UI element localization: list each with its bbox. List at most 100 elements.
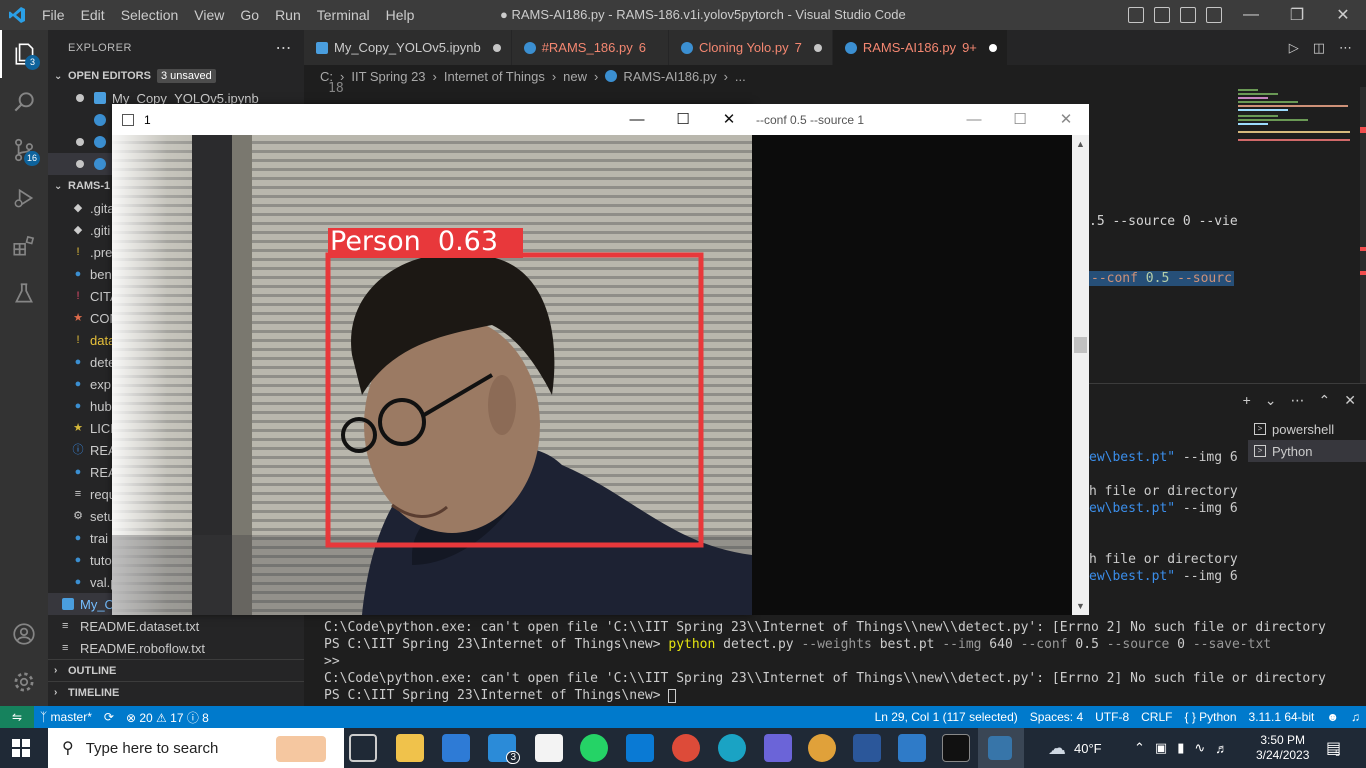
more-actions-icon[interactable]: ⋯	[1291, 392, 1305, 409]
extensions-icon[interactable]	[0, 222, 48, 270]
tab-rams-ai186[interactable]: RAMS-AI186.py 9+	[832, 30, 1008, 65]
console-scrollbar[interactable]: ▲ ▼	[1072, 135, 1089, 615]
python-taskbar-item[interactable]	[978, 728, 1024, 768]
weather-widget[interactable]: ☁ 40°F	[1048, 728, 1102, 768]
minimize-button[interactable]: —	[614, 104, 660, 134]
close-button[interactable]: ✕	[1320, 0, 1366, 30]
unsaved-dot-icon[interactable]	[813, 43, 822, 52]
menu-go[interactable]: Go	[232, 0, 267, 30]
problems-indicator[interactable]: ⊗ 20 ⚠ 17 ⓘ 8	[120, 709, 215, 726]
toggle-secondary-sidebar-icon[interactable]	[1180, 7, 1196, 23]
chrome-profile-icon[interactable]	[808, 734, 836, 762]
wifi-icon[interactable]: ∿	[1194, 740, 1205, 756]
whatsapp-icon[interactable]	[580, 734, 608, 762]
new-terminal-icon[interactable]: +	[1243, 392, 1251, 409]
more-actions-icon[interactable]: ⋯	[1339, 40, 1352, 56]
windows-start-icon[interactable]	[12, 739, 30, 760]
minimize-button[interactable]: —	[951, 104, 997, 134]
scroll-thumb[interactable]	[1074, 337, 1087, 353]
power-automate-icon[interactable]	[764, 734, 792, 762]
tab-rams-186[interactable]: #RAMS_186.py 6	[511, 30, 669, 65]
language-mode[interactable]: { } Python	[1178, 710, 1242, 724]
minimap[interactable]	[1234, 87, 1354, 187]
run-python-icon[interactable]: ▷	[1289, 40, 1299, 56]
breadcrumb-item[interactable]: Internet of Things	[444, 69, 545, 84]
tab-my-copy[interactable]: My_Copy_YOLOv5.ipynb	[304, 30, 512, 65]
breadcrumb-item[interactable]: IIT Spring 23	[351, 69, 425, 84]
split-editor-icon[interactable]: ◫	[1313, 40, 1325, 56]
console-window[interactable]: --conf 0.5 --source 1 — ☐ ✕ ▲ ▼	[752, 104, 1089, 615]
breadcrumb-item[interactable]: RAMS-AI186.py	[623, 69, 716, 84]
breadcrumb-item[interactable]: new	[563, 69, 587, 84]
terminal-taskbar-icon[interactable]	[942, 734, 970, 762]
scroll-up-icon[interactable]: ▲	[1076, 139, 1085, 149]
maximize-button[interactable]: ☐	[660, 104, 706, 134]
feedback-icon[interactable]: ☻	[1320, 710, 1345, 724]
menu-help[interactable]: Help	[378, 0, 423, 30]
terminal-tab-powershell[interactable]: > powershell	[1248, 418, 1366, 440]
breadcrumb-item[interactable]: ...	[735, 69, 746, 84]
end-of-line[interactable]: CRLF	[1135, 710, 1178, 724]
unsaved-dot-icon[interactable]	[492, 43, 501, 52]
menu-edit[interactable]: Edit	[73, 0, 113, 30]
notification-center-icon[interactable]: ▤ 5	[1326, 728, 1341, 768]
python-interpreter[interactable]: 3.11.1 64-bit	[1243, 710, 1321, 724]
battery-icon[interactable]: ▮	[1177, 740, 1184, 756]
vscode-taskbar-icon[interactable]	[626, 734, 654, 762]
chevron-down-icon[interactable]: ⌄	[1265, 392, 1277, 409]
minimize-button[interactable]: —	[1228, 0, 1274, 30]
menu-file[interactable]: File	[34, 0, 73, 30]
scrollbar[interactable]	[1360, 87, 1366, 383]
tab-cloning-yolo[interactable]: Cloning Yolo.py 7	[668, 30, 833, 65]
file-item[interactable]: ≡ README.dataset.txt	[48, 615, 304, 637]
maximize-panel-icon[interactable]: ⌃	[1319, 392, 1331, 409]
indentation[interactable]: Spaces: 4	[1024, 710, 1089, 724]
accounts-icon[interactable]	[0, 610, 48, 658]
sync-icon[interactable]: ⟳	[98, 710, 120, 724]
restore-button[interactable]: ❐	[1274, 0, 1320, 30]
menu-terminal[interactable]: Terminal	[309, 0, 378, 30]
branch-indicator[interactable]: ᛉ master*	[34, 710, 98, 724]
settings-gear-icon[interactable]	[0, 658, 48, 706]
close-panel-icon[interactable]: ✕	[1344, 392, 1356, 409]
camera-window[interactable]: 1 — ☐ ✕ Person 0.63	[112, 104, 752, 615]
search-icon[interactable]	[0, 78, 48, 126]
terminal-tab-python[interactable]: > Python	[1248, 440, 1366, 462]
timeline-section[interactable]: › TIMELINE	[48, 681, 304, 703]
testing-icon[interactable]	[0, 270, 48, 318]
toggle-panel-icon[interactable]	[1154, 7, 1170, 23]
unsaved-dot-icon[interactable]	[988, 43, 997, 52]
cursor-position[interactable]: Ln 29, Col 1 (117 selected)	[869, 710, 1024, 724]
mail-icon[interactable]: 3	[488, 734, 520, 764]
notepad-icon[interactable]	[535, 734, 563, 762]
photos-icon[interactable]	[898, 734, 926, 762]
customize-layout-icon[interactable]	[1206, 7, 1222, 23]
explorer-icon[interactable]: 3	[0, 30, 48, 78]
taskbar-search-box[interactable]: ⚲ Type here to search	[48, 728, 344, 768]
encoding[interactable]: UTF-8	[1089, 710, 1135, 724]
clock[interactable]: 3:50 PM 3/24/2023	[1256, 728, 1309, 768]
menu-view[interactable]: View	[186, 0, 232, 30]
notifications-bell-icon[interactable]: ♫	[1345, 710, 1366, 724]
remote-indicator-icon[interactable]: ⇋	[0, 706, 34, 728]
chevron-up-icon[interactable]: ⌃	[1134, 740, 1145, 756]
menu-selection[interactable]: Selection	[113, 0, 187, 30]
scroll-down-icon[interactable]: ▼	[1076, 601, 1085, 611]
close-button[interactable]: ✕	[706, 104, 752, 134]
menu-run[interactable]: Run	[267, 0, 309, 30]
more-actions-icon[interactable]: ⋯	[276, 38, 293, 58]
toggle-sidebar-icon[interactable]	[1128, 7, 1144, 23]
run-debug-icon[interactable]	[0, 174, 48, 222]
word-icon[interactable]	[853, 734, 881, 762]
edge-icon[interactable]	[718, 734, 746, 762]
source-control-icon[interactable]: 16	[0, 126, 48, 174]
camera-icon[interactable]: ▣	[1155, 740, 1167, 756]
file-explorer-icon[interactable]	[396, 734, 424, 762]
file-item[interactable]: ≡ README.roboflow.txt	[48, 637, 304, 659]
microsoft-store-icon[interactable]	[442, 734, 470, 762]
volume-icon[interactable]: ♬	[1215, 741, 1228, 756]
open-editors-section[interactable]: ⌄ OPEN EDITORS 3 unsaved	[48, 65, 304, 87]
maximize-button[interactable]: ☐	[997, 104, 1043, 134]
close-button[interactable]: ✕	[1043, 104, 1089, 134]
chrome-icon[interactable]	[672, 734, 700, 762]
